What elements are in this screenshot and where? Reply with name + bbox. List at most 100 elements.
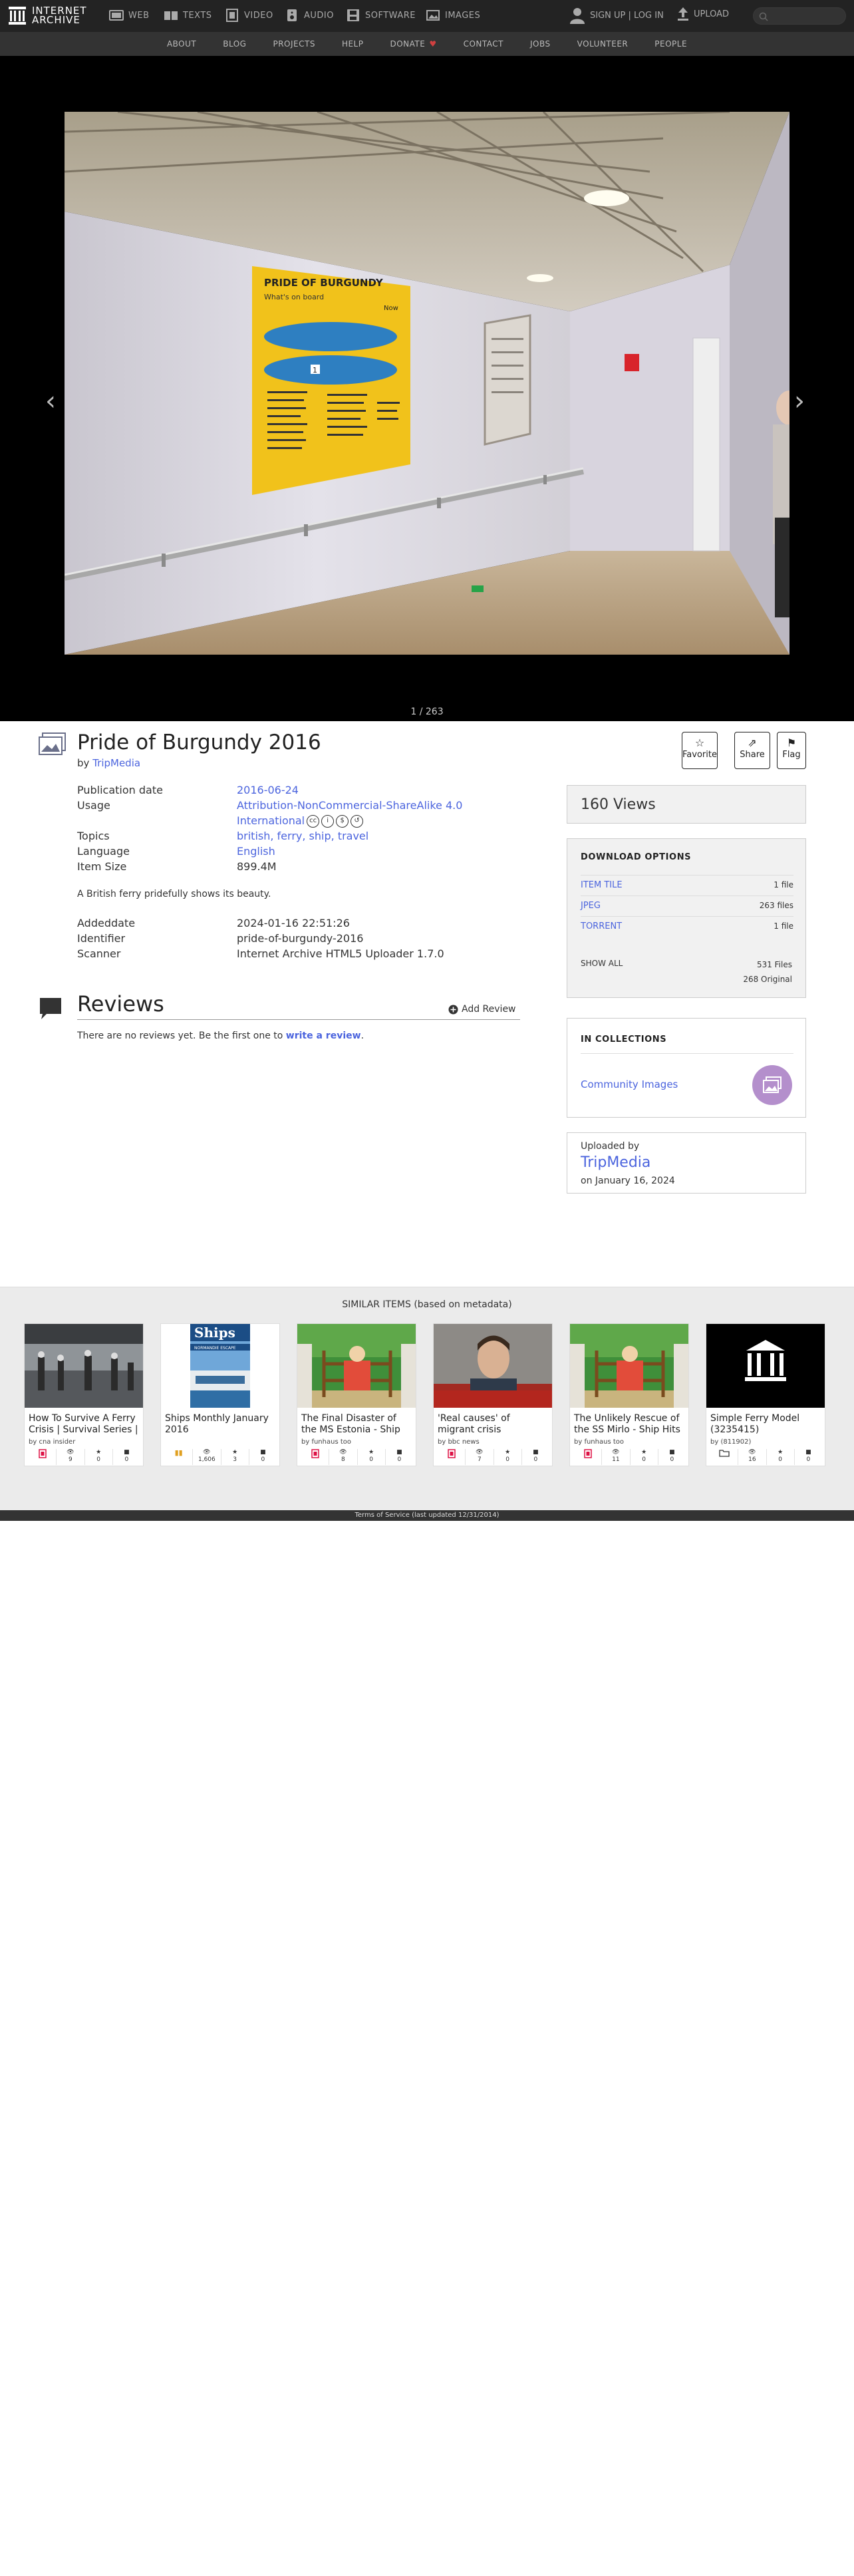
- film-icon: [574, 1449, 601, 1465]
- download-row-jpeg[interactable]: JPEG 263 files: [581, 895, 793, 914]
- similar-item-card[interactable]: The Final Disaster of the MS Estonia - S…: [297, 1323, 416, 1466]
- sign-in-link[interactable]: SIGN UP | LOG IN: [569, 7, 664, 24]
- item-thumbnail: Ships NORMANDIE ESCAPE: [161, 1324, 279, 1408]
- download-row-item-tile[interactable]: ITEM TILE 1 file: [581, 875, 793, 893]
- favs-stat: ★ 3: [220, 1449, 249, 1465]
- download-options-box: DOWNLOAD OPTIONS ITEM TILE 1 file JPEG 2…: [567, 838, 806, 998]
- favorite-button[interactable]: ☆ Favorite: [682, 732, 718, 769]
- internet-archive-logo[interactable]: INTERNET ARCHIVE: [8, 5, 87, 25]
- collections-box: IN COLLECTIONS Community Images: [567, 1018, 806, 1118]
- download-options-title: DOWNLOAD OPTIONS: [581, 852, 692, 862]
- comment-icon: ■: [260, 1449, 266, 1456]
- scanner-value: Internet Archive HTML5 Uploader 1.7.0: [237, 947, 444, 960]
- main-photo[interactable]: PRIDE OF BURGUNDY What's on board Now 1: [65, 112, 789, 655]
- share-button[interactable]: ⇗ Share: [734, 732, 770, 769]
- svg-text:Ships: Ships: [194, 1325, 235, 1341]
- no-reviews-message: There are no reviews yet. Be the first o…: [77, 1031, 283, 1041]
- similar-item-card[interactable]: The Unlikely Rescue of the SS Mirlo - Sh…: [569, 1323, 689, 1466]
- similar-item-card[interactable]: Simple Ferry Model (3235415) by (811902)…: [706, 1323, 825, 1466]
- nav-label-web: WEB: [128, 10, 150, 21]
- views-stat: 👁 8: [329, 1449, 356, 1465]
- subnav-help[interactable]: HELP: [342, 39, 364, 49]
- download-count: 263 files: [759, 901, 793, 910]
- corridor-photo: PRIDE OF BURGUNDY What's on board Now 1: [65, 112, 789, 655]
- publication-date-link[interactable]: 2016-06-24: [237, 784, 299, 796]
- item-creator: by cna insider: [29, 1438, 76, 1446]
- language-link[interactable]: English: [237, 845, 275, 858]
- meta-key: Language: [77, 845, 130, 858]
- license-international: International: [237, 814, 305, 827]
- subnav-projects[interactable]: PROJECTS: [273, 39, 315, 49]
- nav-item-audio[interactable]: AUDIO: [285, 8, 334, 23]
- subnav-blog[interactable]: BLOG: [223, 39, 246, 49]
- add-review-button[interactable]: Add Review: [448, 1004, 516, 1015]
- files-total: 531 Files: [756, 960, 792, 969]
- meta-key: Usage: [77, 799, 110, 812]
- license-link-line2[interactable]: International cc i $ ↺: [237, 814, 364, 828]
- views-value: 7: [478, 1456, 482, 1463]
- star-icon: ☆: [694, 736, 705, 749]
- topics-links[interactable]: british, ferry, ship, travel: [237, 830, 368, 842]
- favs-value: 0: [96, 1456, 100, 1463]
- item-size-value: 899.4M: [237, 860, 277, 873]
- subnav-donate-wrap[interactable]: DONATE ♥: [390, 39, 436, 49]
- uploader-link[interactable]: TripMedia: [581, 1154, 650, 1171]
- terms-of-service-link[interactable]: Terms of Service (last updated 12/31/201…: [0, 1510, 854, 1521]
- meta-key: Topics: [77, 830, 110, 842]
- sign-in-label: SIGN UP | LOG IN: [590, 10, 664, 21]
- eye-icon: 👁: [476, 1449, 484, 1456]
- item-thumbnail: [570, 1324, 688, 1408]
- subnav-volunteer[interactable]: VOLUNTEER: [577, 39, 629, 49]
- upload-link[interactable]: UPLOAD: [677, 7, 729, 21]
- nav-label-video: VIDEO: [244, 10, 273, 21]
- favorite-label: Favorite: [682, 750, 717, 760]
- cc-by-icon: i: [321, 815, 335, 828]
- collection-thumbnail[interactable]: [752, 1065, 792, 1105]
- nav-item-web[interactable]: WEB: [109, 8, 150, 23]
- similar-item-card[interactable]: Ships NORMANDIE ESCAPE Ships Monthly Jan…: [160, 1323, 280, 1466]
- nav-label-images: IMAGES: [445, 10, 481, 21]
- meta-key: Publication date: [77, 784, 163, 796]
- upload-date: on January 16, 2024: [581, 1176, 675, 1186]
- show-all-link[interactable]: SHOW ALL: [581, 959, 623, 968]
- subnav-about[interactable]: ABOUT: [167, 39, 196, 49]
- similar-item-card[interactable]: How To Survive A Ferry Crisis | Survival…: [24, 1323, 144, 1466]
- item-stats: 👁 7 ★ 0 ■ 0: [438, 1449, 549, 1465]
- subnav-contact[interactable]: CONTACT: [464, 39, 503, 49]
- collections-divider: [581, 1053, 793, 1054]
- reviews-value: 0: [261, 1456, 265, 1463]
- star-icon: ★: [505, 1449, 511, 1456]
- flag-button[interactable]: ⚑ Flag: [777, 732, 806, 769]
- creator-link[interactable]: TripMedia: [92, 757, 140, 769]
- logo-text: INTERNET ARCHIVE: [32, 5, 87, 26]
- subnav-people[interactable]: PEOPLE: [654, 39, 687, 49]
- software-icon: [347, 9, 359, 21]
- upload-icon: [678, 7, 688, 21]
- search-input[interactable]: [753, 7, 846, 25]
- license-link[interactable]: Attribution-NonCommercial-ShareAlike 4.0: [237, 799, 462, 812]
- page-indicator: 1 / 263: [410, 707, 444, 717]
- subnav-jobs[interactable]: JOBS: [530, 39, 551, 49]
- nav-item-images[interactable]: IMAGES: [426, 8, 480, 23]
- nav-item-texts[interactable]: TEXTS: [164, 8, 212, 23]
- similar-item-card[interactable]: 'Real causes' of migrant crisis by bbc n…: [433, 1323, 553, 1466]
- collection-link[interactable]: Community Images: [581, 1078, 678, 1090]
- item-creator: by funhaus too: [301, 1438, 351, 1446]
- nav-item-video[interactable]: VIDEO: [225, 8, 273, 23]
- item-stats: ▮▮ 👁 1,606 ★ 3 ■ 0: [165, 1449, 277, 1465]
- prev-page-arrow-icon[interactable]: ‹: [45, 386, 56, 416]
- item-byline: by TripMedia: [77, 757, 140, 769]
- favs-stat: ★ 0: [356, 1449, 385, 1465]
- item-thumbnail: [434, 1324, 552, 1408]
- write-review-link[interactable]: write a review: [286, 1031, 361, 1041]
- next-page-arrow-icon[interactable]: ›: [794, 386, 805, 416]
- nav-item-software[interactable]: SOFTWARE: [346, 8, 416, 23]
- book-icon: ▮▮: [174, 1448, 183, 1457]
- nav-label-audio: AUDIO: [304, 10, 334, 21]
- no-reviews-suffix: .: [360, 1031, 364, 1041]
- images-icon: [426, 10, 440, 21]
- download-row-torrent[interactable]: TORRENT 1 file: [581, 916, 793, 935]
- reviews-value: 0: [124, 1456, 129, 1463]
- star-icon: ★: [778, 1449, 783, 1456]
- reviews-stat: ■ 0: [521, 1449, 549, 1465]
